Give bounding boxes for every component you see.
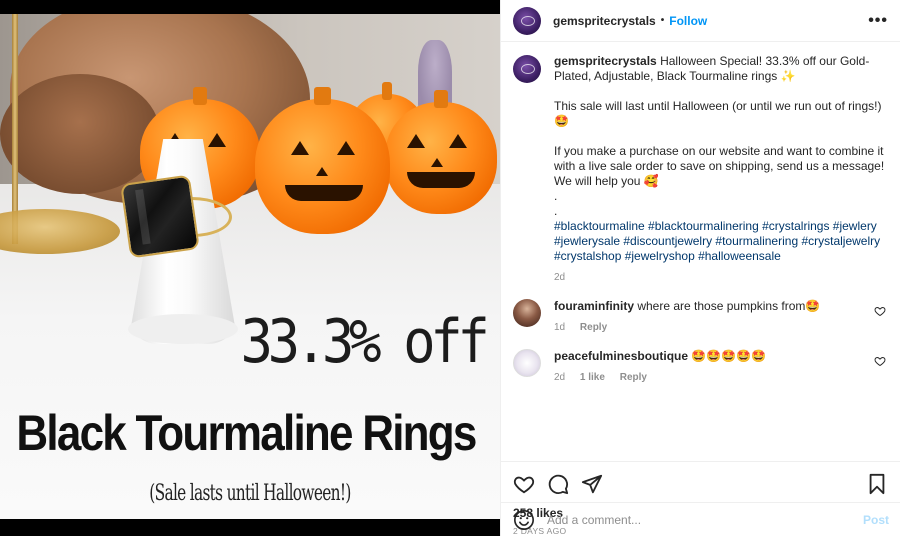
header-username[interactable]: gemspritecrystals [553,14,656,28]
comment: peacefulminesboutique 🤩🤩🤩🤩🤩 2d 1 like Re… [513,349,886,385]
separator-dot: • [660,15,665,26]
subheadline-text: (Sale lasts until Halloween!) [149,480,351,506]
pumpkin-decoration [385,90,497,214]
reply-button[interactable]: Reply [580,322,607,333]
pumpkin-decoration [255,87,390,234]
action-bar [501,461,900,506]
avatar[interactable] [513,299,541,327]
comment-likes[interactable]: 1 like [580,372,605,383]
follow-button[interactable]: Follow [669,14,707,28]
comment-age: 1d [554,322,566,333]
reply-button[interactable]: Reply [620,372,647,383]
post-sidebar: gemspritecrystals • Follow ••• gemsprite… [500,0,900,536]
comment: fouraminfinity where are those pumpkins … [513,299,886,335]
caption-age: 2d [554,272,566,283]
add-comment-bar: Add a comment... Post [501,502,900,536]
post-header: gemspritecrystals • Follow ••• [501,0,900,42]
caption-dot: . [554,189,558,203]
caption-text: If you make a purchase on our website an… [554,144,885,188]
heart-icon[interactable] [874,355,886,367]
hashtags[interactable]: #blacktourmaline #blacktourmalinering #c… [554,219,886,264]
caption-username[interactable]: gemspritecrystals [554,54,657,68]
headline-text: Black Tourmaline Rings [16,405,477,461]
caption-meta: 2d [554,270,886,285]
post-image[interactable]: 33.3% off Black Tourmaline Rings (Sale l… [0,0,500,536]
heart-icon[interactable] [874,305,886,317]
emoji-icon[interactable] [513,509,535,531]
comment-username[interactable]: peacefulminesboutique [554,349,688,363]
comment-text: 🤩🤩🤩🤩🤩 [691,349,767,363]
bookmark-icon[interactable] [866,473,888,495]
avatar[interactable] [513,55,541,83]
caption-dot: . [554,204,558,218]
tourmaline-stone [120,174,200,259]
comment-age: 2d [554,372,566,383]
post-button[interactable]: Post [863,513,889,527]
caption: gemspritecrystals Halloween Special! 33.… [513,54,886,285]
comment-username[interactable]: fouraminfinity [554,299,634,313]
share-icon[interactable] [581,473,603,495]
discount-text: 33.3% off [240,307,490,377]
comment-text: where are those pumpkins from🤩 [637,299,821,313]
avatar[interactable] [513,6,541,35]
comment-icon[interactable] [547,473,569,495]
comment-input[interactable]: Add a comment... [547,513,863,527]
instagram-post: 33.3% off Black Tourmaline Rings (Sale l… [0,0,900,536]
more-options-icon[interactable]: ••• [868,12,888,30]
caption-text: This sale will last until Halloween (or … [554,99,882,128]
comments-area[interactable]: gemspritecrystals Halloween Special! 33.… [501,42,900,461]
avatar[interactable] [513,349,541,377]
heart-icon[interactable] [513,473,535,495]
